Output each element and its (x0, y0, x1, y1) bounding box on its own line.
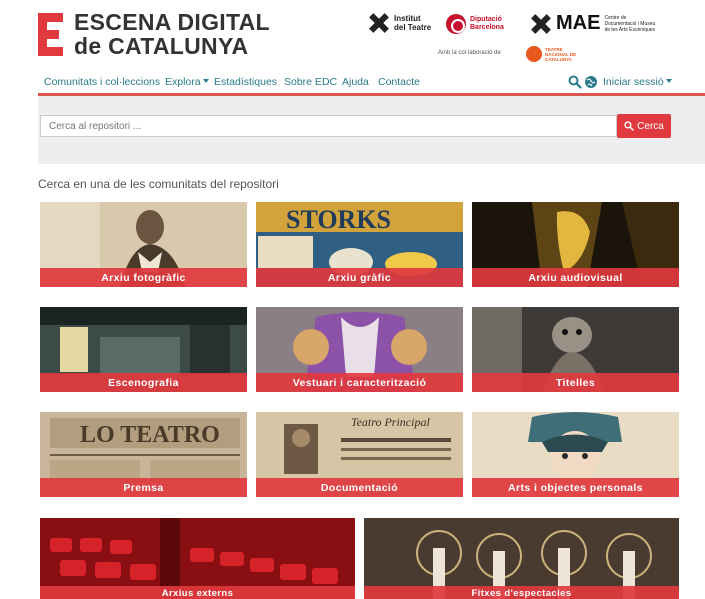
institut-x-icon (368, 12, 390, 34)
partner-logos: Institut del Teatre Diputació Barcelona … (368, 12, 688, 72)
globe-icon[interactable] (584, 75, 598, 89)
nav-about[interactable]: Sobre EDC (284, 76, 337, 88)
community-label: Arxius externs (40, 586, 355, 599)
mae-logo[interactable]: MAE Centre de Documentació i Museu de le… (530, 12, 658, 35)
svg-text:Teatro Principal: Teatro Principal (351, 415, 430, 429)
logo-e-mark (38, 13, 63, 57)
communities-heading: Cerca en una de les comunitats del repos… (38, 177, 279, 191)
diputacio-barcelona-logo[interactable]: Diputació Barcelona (446, 14, 504, 34)
site-logo[interactable]: ESCENA DIGITAL de CATALUNYA (38, 10, 270, 60)
svg-text:LO TEATRO: LO TEATRO (80, 422, 220, 448)
tnc-label: TEATRE NACIONAL DE CATALUNYA (545, 46, 577, 62)
chevron-down-icon (665, 79, 672, 83)
search-section: Cerca (38, 96, 705, 164)
community-label: Arxiu gràfic (256, 268, 463, 287)
community-tile-arxiu-audiovisual[interactable]: Arxiu audiovisual (472, 202, 679, 287)
tnc-dot-icon (526, 46, 542, 62)
main-nav: Comunitats i col·leccions Explora Estadí… (38, 74, 678, 92)
community-label: Premsa (40, 478, 247, 497)
nav-contact[interactable]: Contacte (378, 76, 420, 88)
institut-del-teatre-logo[interactable]: Institut del Teatre (368, 12, 431, 34)
community-tile-arxiu-fotografic[interactable]: Arxiu fotogràfic (40, 202, 247, 287)
community-label: Vestuari i caracterització (256, 373, 463, 392)
community-label: Documentació (256, 478, 463, 497)
search-input[interactable] (40, 115, 617, 137)
community-label: Arxiu audiovisual (472, 268, 679, 287)
mae-x-icon (530, 13, 552, 35)
search-button[interactable]: Cerca (617, 114, 671, 138)
community-tile-arxius-externs[interactable]: Arxius externs (40, 518, 355, 599)
community-tile-vestuari[interactable]: Vestuari i caracterització (256, 307, 463, 392)
community-tile-arxiu-grafic[interactable]: STORKS Arxiu gràfic (256, 202, 463, 287)
search-icon (624, 121, 634, 131)
tnc-logo[interactable]: TEATRE NACIONAL DE CATALUNYA (526, 46, 587, 62)
nav-help[interactable]: Ajuda (342, 76, 369, 88)
community-tile-fitxes-espectacles[interactable]: Fitxes d'espectacles (364, 518, 679, 599)
community-tile-arts-objectes[interactable]: Arts i objectes personals (472, 412, 679, 497)
login-label: Iniciar sessió (603, 76, 664, 88)
diputacio-label-1: Diputació (470, 16, 502, 23)
community-label: Escenografia (40, 373, 247, 392)
community-tile-documentacio[interactable]: Teatro Principal Documentació (256, 412, 463, 497)
nav-explore[interactable]: Explora (165, 76, 209, 88)
login-menu[interactable]: Iniciar sessió (603, 76, 672, 88)
chevron-down-icon (202, 79, 209, 83)
logo-title: ESCENA DIGITAL (74, 9, 270, 35)
institut-label-1: Institut (394, 14, 421, 23)
logo-subtitle: de CATALUNYA (74, 33, 249, 59)
collaboration-label: Amb la col·laboració de (438, 50, 501, 56)
community-label: Fitxes d'espectacles (364, 586, 679, 599)
nav-statistics[interactable]: Estadístiques (214, 76, 277, 88)
community-label: Titelles (472, 373, 679, 392)
mae-sub-label: Centre de Documentació i Museu de les Ar… (604, 14, 656, 33)
community-label: Arxiu fotogràfic (40, 268, 247, 287)
diputacio-label-2: Barcelona (470, 24, 504, 31)
community-tile-escenografia[interactable]: Escenografia (40, 307, 247, 392)
svg-text:STORKS: STORKS (286, 205, 391, 234)
community-tile-premsa[interactable]: LO TEATRO Premsa (40, 412, 247, 497)
diputacio-seal-icon (446, 14, 466, 34)
search-button-label: Cerca (637, 120, 664, 132)
nav-explore-label: Explora (165, 76, 201, 88)
search-icon[interactable] (568, 75, 582, 89)
institut-label-2: del Teatre (394, 23, 432, 32)
community-tile-titelles[interactable]: Titelles (472, 307, 679, 392)
site-header: ESCENA DIGITAL de CATALUNYA Institut del… (0, 0, 705, 96)
mae-label: MAE (556, 12, 601, 34)
nav-communities[interactable]: Comunitats i col·leccions (44, 76, 160, 88)
community-label: Arts i objectes personals (472, 478, 679, 497)
